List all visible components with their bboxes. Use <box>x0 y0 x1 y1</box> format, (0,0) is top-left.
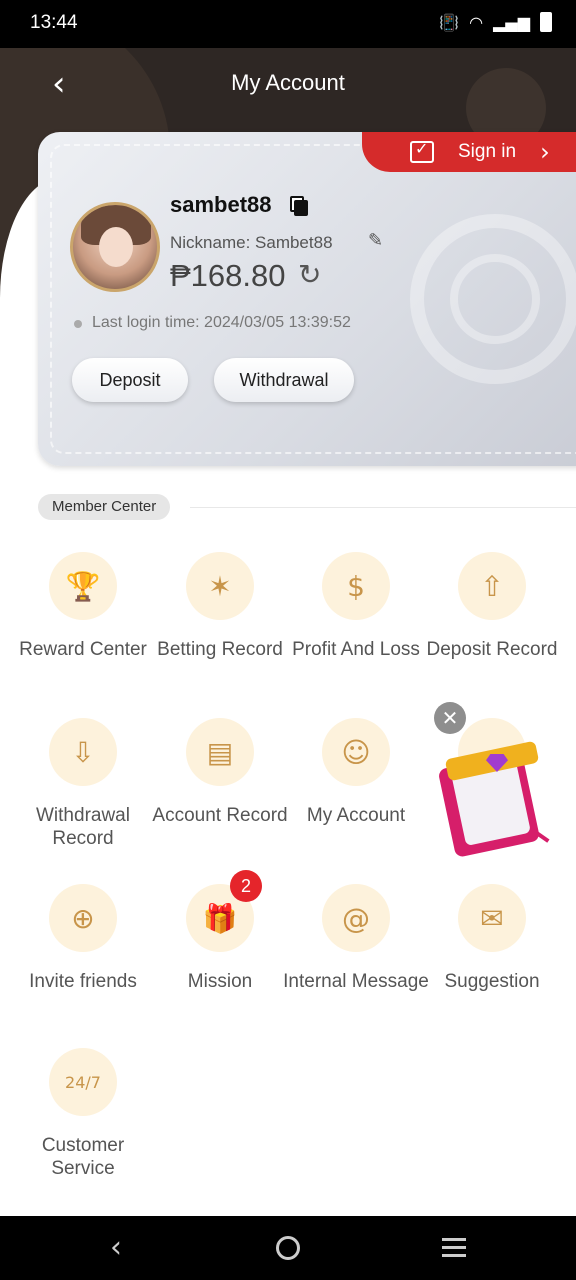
vibrate-icon: 📳 <box>439 12 460 32</box>
username: sambet88 <box>170 192 272 217</box>
section-label: Member Center <box>38 494 171 520</box>
mission-badge: 2 <box>230 870 262 902</box>
balance: ₱168.80 <box>170 258 286 293</box>
divider <box>190 507 576 508</box>
signin-button[interactable]: Sign in › <box>362 132 576 172</box>
pencil-icon[interactable]: ✎ <box>368 230 383 251</box>
chevron-right-icon: › <box>540 138 550 166</box>
page-title: My Account <box>231 70 345 95</box>
close-button[interactable]: ✕ <box>434 702 466 734</box>
wifi-icon: ◠ <box>469 12 484 32</box>
clipboard-upload-icon: ⇧ <box>458 552 526 620</box>
refresh-icon[interactable]: ↻ <box>298 258 321 291</box>
receipt-dollar-icon: $ <box>322 552 390 620</box>
grid-item-label: Account Record <box>152 805 288 826</box>
user-icon: ☺ <box>322 718 390 786</box>
treasure-book-promo[interactable] <box>437 740 550 858</box>
nickname: Nickname: Sambet88 <box>170 233 333 252</box>
status-icons: 📳 ◠ ▂▄▆ <box>439 12 552 32</box>
account-card <box>38 132 576 466</box>
close-icon: ✕ <box>441 706 459 730</box>
status-bar: 13:44 📳 ◠ ▂▄▆ <box>0 0 576 48</box>
statement-icon: ▤ <box>186 718 254 786</box>
nav-recents-button[interactable] <box>442 1238 466 1258</box>
add-user-icon: ⊕ <box>49 884 117 952</box>
grid-item-label: Mission <box>187 971 253 992</box>
at-icon: @ <box>322 884 390 952</box>
nav-back-button[interactable]: ‹ <box>110 1230 122 1265</box>
grid-item-label: Invite friends <box>29 971 137 992</box>
grid-item-label: Suggestion <box>444 971 540 992</box>
support-24-7-icon: 24/7 <box>49 1048 117 1116</box>
grid-item-label: Profit And Loss <box>292 639 420 660</box>
grid-item-label: Reward Center <box>19 639 147 660</box>
deposit-button[interactable]: Deposit <box>72 358 188 402</box>
signal-icon: ▂▄▆ <box>493 12 530 32</box>
battery-icon <box>540 12 552 32</box>
grid-item-label: My Account <box>306 805 406 826</box>
signin-label: Sign in <box>458 141 517 162</box>
nav-home-button[interactable] <box>276 1236 300 1260</box>
checkbox-calendar-icon <box>410 139 434 163</box>
status-time: 13:44 <box>30 12 78 33</box>
grid-item-label: Deposit Record <box>426 639 558 660</box>
last-login-time: Last login time: 2024/03/05 13:39:52 <box>92 314 351 331</box>
copy-icon[interactable] <box>290 196 308 216</box>
medal-watermark-inner <box>450 254 540 344</box>
grid-item-label: Internal Message <box>283 971 429 992</box>
star-burst-icon: ✶ <box>186 552 254 620</box>
chat-star-icon: ✉ <box>458 884 526 952</box>
system-nav-bar: ‹ <box>0 1216 576 1280</box>
trophy-icon: 🏆 <box>49 552 117 620</box>
avatar[interactable] <box>70 202 160 292</box>
clipboard-download-icon: ⇩ <box>49 718 117 786</box>
grid-item-label: Customer Service <box>41 1135 125 1179</box>
grid-item-label: Betting Record <box>157 639 283 660</box>
status-dot <box>74 320 82 328</box>
grid-item-label: Withdrawal Record <box>36 805 130 849</box>
withdrawal-button[interactable]: Withdrawal <box>214 358 354 402</box>
